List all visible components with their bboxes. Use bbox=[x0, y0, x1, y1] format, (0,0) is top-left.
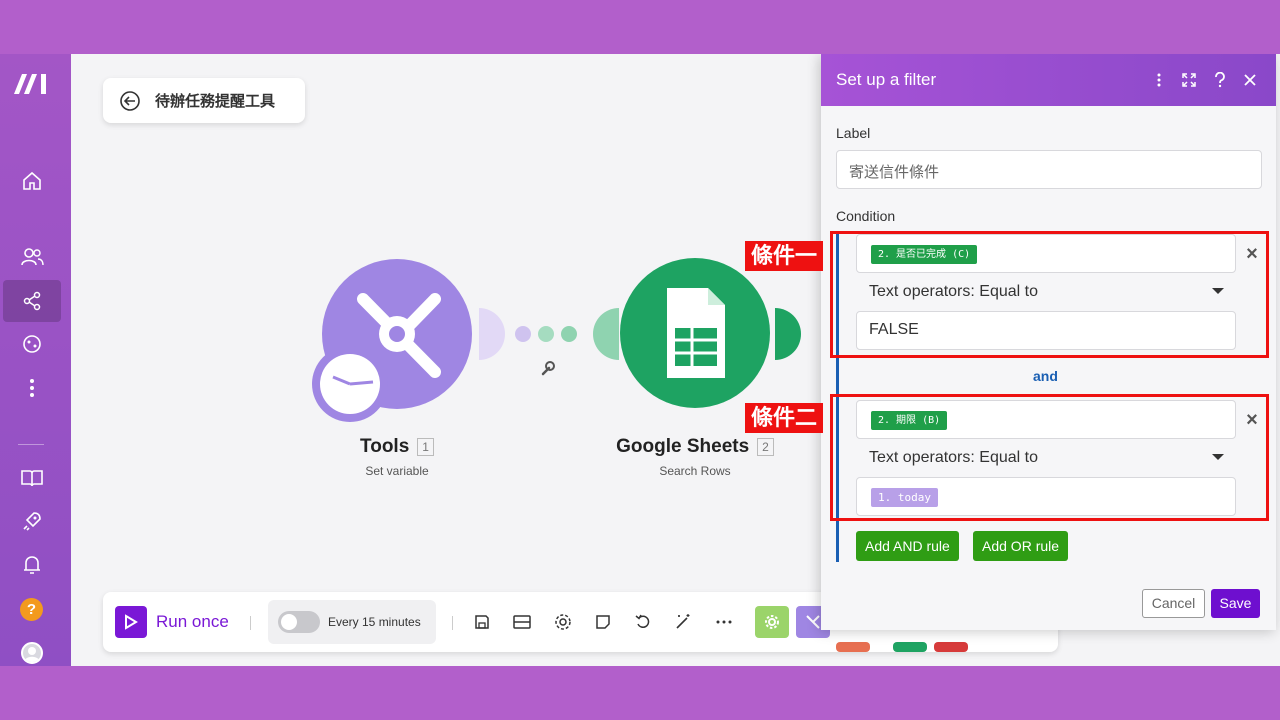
run-once-label[interactable]: Run once bbox=[156, 612, 229, 632]
make-logo-icon[interactable] bbox=[12, 68, 52, 98]
toolbar-divider bbox=[250, 616, 251, 630]
panel-header: Set up a filter bbox=[821, 54, 1276, 106]
help-question-icon[interactable] bbox=[1210, 69, 1230, 91]
notes-icon[interactable] bbox=[591, 610, 615, 634]
connections-icon[interactable] bbox=[14, 328, 50, 360]
module-number: 2 bbox=[757, 438, 774, 456]
schedule-control[interactable]: Every 15 minutes bbox=[268, 600, 436, 644]
google-sheets-module-icon[interactable] bbox=[620, 258, 770, 408]
add-or-rule-button[interactable]: Add OR rule bbox=[973, 531, 1069, 561]
scenario-header: 待辦任務提醒工具 bbox=[103, 78, 305, 123]
gear-icon bbox=[765, 615, 779, 629]
scenarios-share-icon[interactable] bbox=[3, 280, 61, 322]
save-button[interactable]: Save bbox=[1211, 589, 1260, 618]
app-frame: ? 待辦任務提醒工具 Tools 1 Set variable Google S… bbox=[0, 54, 1280, 666]
cancel-button[interactable]: Cancel bbox=[1142, 589, 1205, 618]
toolbar-divider bbox=[452, 616, 453, 630]
back-arrow-icon[interactable] bbox=[119, 90, 141, 112]
google-sheets-module[interactable]: Google Sheets 2 Search Rows bbox=[615, 436, 775, 478]
condition-caption: Condition bbox=[836, 208, 896, 224]
more-vertical-icon[interactable] bbox=[1149, 69, 1169, 91]
tools-icon bbox=[806, 615, 820, 629]
more-horizontal-icon[interactable] bbox=[712, 610, 736, 634]
module-button-partial[interactable] bbox=[934, 642, 968, 652]
scenario-title: 待辦任務提醒工具 bbox=[155, 93, 276, 110]
module-subtitle: Search Rows bbox=[659, 464, 731, 478]
and-joiner: and bbox=[1033, 368, 1058, 384]
rocket-icon[interactable] bbox=[14, 505, 50, 537]
save-icon[interactable] bbox=[470, 610, 494, 634]
label-input[interactable]: 寄送信件條件 bbox=[836, 150, 1262, 189]
module-name: Tools bbox=[360, 436, 410, 457]
module-button-partial[interactable] bbox=[893, 642, 927, 652]
tools-module[interactable]: Tools 1 Set variable bbox=[327, 436, 467, 478]
scenario-io-icon[interactable] bbox=[510, 610, 534, 634]
schedule-toggle[interactable] bbox=[278, 611, 320, 633]
avatar[interactable] bbox=[21, 642, 43, 664]
schedule-label: Every 15 minutes bbox=[328, 615, 421, 629]
label-caption: Label bbox=[836, 125, 871, 141]
panel-title: Set up a filter bbox=[836, 70, 937, 89]
book-icon[interactable] bbox=[14, 462, 50, 494]
connector-dot bbox=[515, 326, 531, 342]
bell-icon[interactable] bbox=[14, 549, 50, 581]
module-button-partial[interactable] bbox=[836, 642, 870, 652]
home-icon[interactable] bbox=[14, 165, 50, 197]
sheets-input-port[interactable] bbox=[593, 308, 619, 360]
magic-wand-icon[interactable] bbox=[671, 610, 695, 634]
close-icon[interactable] bbox=[1240, 69, 1260, 91]
run-once-button[interactable] bbox=[115, 606, 147, 638]
connector-dot bbox=[561, 326, 577, 342]
add-and-rule-button[interactable]: Add AND rule bbox=[856, 531, 959, 561]
module-number: 1 bbox=[417, 438, 434, 456]
connector-dot bbox=[538, 326, 554, 342]
module-name: Google Sheets bbox=[616, 436, 750, 457]
sheets-output-port[interactable] bbox=[775, 308, 801, 360]
tools-gear-button[interactable] bbox=[755, 606, 789, 638]
team-icon[interactable] bbox=[14, 241, 50, 273]
tools-module-icon[interactable] bbox=[305, 254, 485, 434]
module-subtitle: Set variable bbox=[365, 464, 429, 478]
settings-gear-icon[interactable] bbox=[551, 610, 575, 634]
expand-icon[interactable] bbox=[1179, 69, 1199, 91]
sidebar-divider bbox=[18, 444, 44, 445]
wrench-icon[interactable] bbox=[541, 361, 555, 376]
sidebar: ? bbox=[0, 54, 71, 666]
annotation-box-condition-1 bbox=[830, 231, 1269, 358]
undo-icon[interactable] bbox=[631, 610, 655, 634]
annotation-box-condition-2 bbox=[830, 394, 1269, 521]
annotation-label-2: 條件二 bbox=[745, 403, 824, 433]
more-vertical-icon[interactable] bbox=[14, 372, 50, 404]
annotation-label-1: 條件一 bbox=[745, 241, 824, 271]
help-icon[interactable]: ? bbox=[20, 598, 43, 621]
play-icon bbox=[125, 614, 138, 630]
